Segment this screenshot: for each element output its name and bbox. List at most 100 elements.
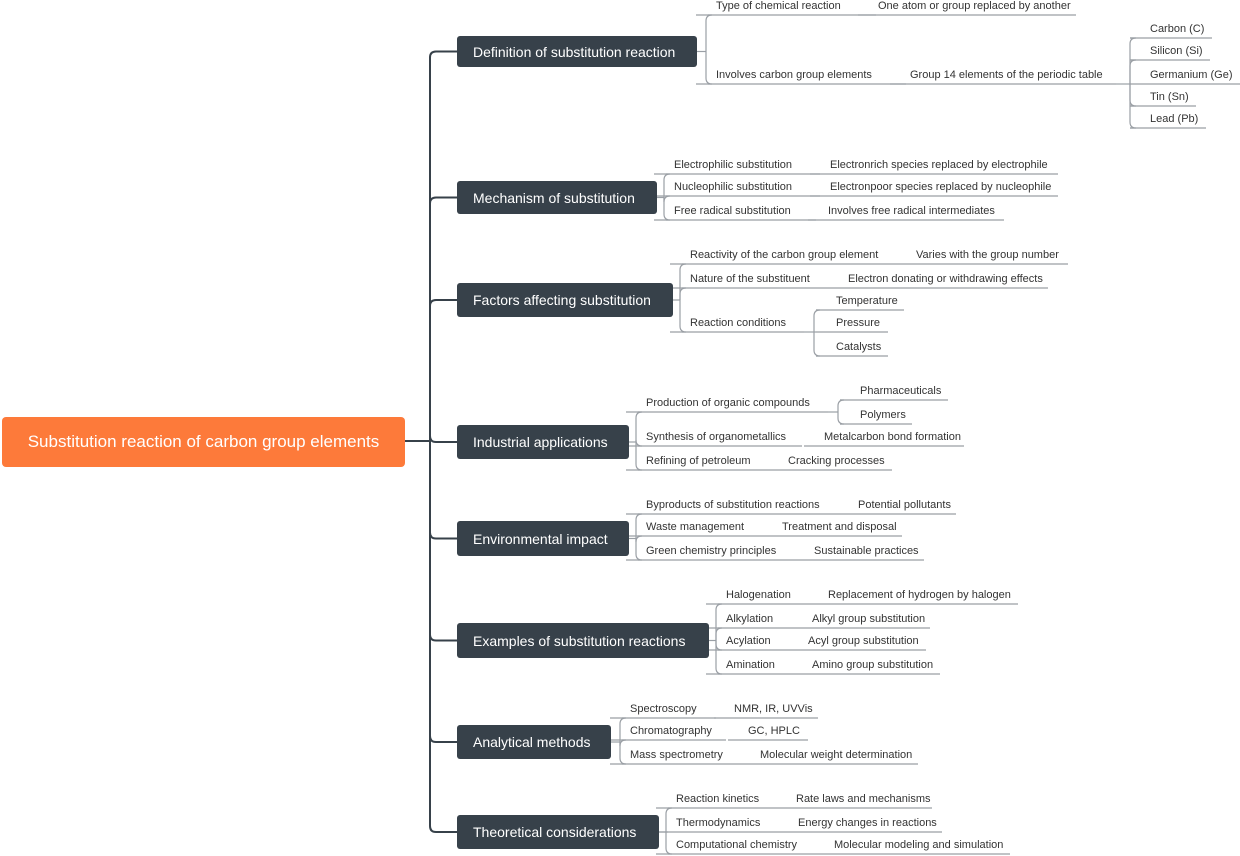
detail-topic[interactable]: Treatment and disposal — [782, 521, 897, 534]
detail-topic[interactable]: Energy changes in reactions — [798, 817, 937, 830]
branch-connector-link — [715, 640, 723, 651]
branch-connector-link — [663, 173, 671, 198]
branch-connector-link — [663, 197, 671, 221]
subtopic[interactable]: Nature of the substituent — [690, 273, 810, 286]
branch-connector-link — [679, 263, 687, 300]
detail-topic[interactable]: Metalcarbon bond formation — [824, 431, 961, 444]
subtopic[interactable]: Waste management — [646, 521, 744, 534]
subtopic[interactable]: Type of chemical reaction — [716, 0, 841, 13]
subtopic[interactable]: Reaction kinetics — [676, 793, 759, 806]
detail-topic[interactable]: Replacement of hydrogen by halogen — [828, 589, 1011, 602]
detail-topic[interactable]: Varies with the group number — [916, 249, 1059, 262]
root-topic[interactable]: Substitution reaction of carbon group el… — [2, 417, 405, 467]
element-topic[interactable]: Silicon (Si) — [1150, 45, 1203, 58]
detail-topic[interactable]: Pressure — [836, 317, 880, 330]
branch-connector-link — [665, 807, 673, 832]
detail-topic[interactable]: Acyl group substitution — [808, 635, 919, 648]
branch-connector-link — [715, 640, 723, 675]
mind-map-canvas: Substitution reaction of carbon group el… — [0, 0, 1240, 856]
detail-topic[interactable]: Sustainable practices — [814, 545, 919, 558]
trunk-link — [429, 441, 457, 833]
branch-topic[interactable]: Factors affecting substitution — [457, 283, 673, 317]
subtopic[interactable]: Reactivity of the carbon group element — [690, 249, 878, 262]
detail-topic[interactable]: Catalysts — [836, 341, 881, 354]
detail-topic[interactable]: Group 14 elements of the periodic table — [910, 69, 1103, 82]
branch-topic[interactable]: Industrial applications — [457, 425, 629, 459]
detail-topic[interactable]: Potential pollutants — [858, 499, 951, 512]
branch-connector-link — [663, 195, 671, 203]
subtopic[interactable]: Acylation — [726, 635, 771, 648]
subtopic[interactable]: Nucleophilic substitution — [674, 181, 792, 194]
branch-topic[interactable]: Mechanism of substitution — [457, 181, 657, 214]
branch-connector-link — [665, 832, 673, 855]
branch-connector-link — [715, 627, 723, 641]
subtopic[interactable]: Thermodynamics — [676, 817, 760, 830]
element-topic[interactable]: Tin (Sn) — [1150, 91, 1189, 104]
trunk-link — [429, 441, 457, 540]
detail-topic[interactable]: Molecular modeling and simulation — [834, 839, 1003, 852]
branch-topic[interactable]: Theoretical considerations — [457, 815, 659, 849]
subtopic[interactable]: Production of organic compounds — [646, 397, 810, 410]
detail-topic[interactable]: Cracking processes — [788, 455, 885, 468]
subtopic[interactable]: Halogenation — [726, 589, 791, 602]
detail-topic[interactable]: Amino group substitution — [812, 659, 933, 672]
subtopic[interactable]: Green chemistry principles — [646, 545, 776, 558]
trunk-link — [429, 441, 457, 642]
subtopic[interactable]: Electrophilic substitution — [674, 159, 792, 172]
branch-connector-link — [619, 739, 627, 747]
branch-connector-link — [679, 287, 687, 300]
subtopic-connector-link — [837, 399, 845, 412]
branch-connector-link — [679, 300, 687, 333]
branch-topic[interactable]: Environmental impact — [457, 521, 629, 556]
detail-topic[interactable]: Polymers — [860, 409, 906, 422]
element-topic[interactable]: Germanium (Ge) — [1150, 69, 1233, 82]
subtopic[interactable]: Amination — [726, 659, 775, 672]
subtopic[interactable]: Byproducts of substitution reactions — [646, 499, 820, 512]
detail-connector-link — [1129, 84, 1137, 107]
branch-connector-link — [635, 538, 643, 561]
detail-topic[interactable]: Electronrich species replaced by electro… — [830, 159, 1048, 172]
subtopic[interactable]: Spectroscopy — [630, 703, 697, 716]
detail-topic[interactable]: Electronpoor species replaced by nucleop… — [830, 181, 1051, 194]
trunk-link — [429, 196, 457, 441]
branch-connector-link — [635, 439, 643, 447]
detail-topic[interactable]: Electron donating or withdrawing effects — [848, 273, 1043, 286]
subtopic[interactable]: Synthesis of organometallics — [646, 431, 786, 444]
detail-topic[interactable]: Involves free radical intermediates — [828, 205, 995, 218]
branch-connector-link — [705, 14, 713, 52]
detail-topic[interactable]: Rate laws and mechanisms — [796, 793, 931, 806]
branch-connector-link — [705, 51, 713, 85]
branch-connector-link — [635, 513, 643, 539]
branch-topic[interactable]: Definition of substitution reaction — [457, 36, 697, 67]
subtopic[interactable]: Chromatography — [630, 725, 712, 738]
trunk-link — [429, 441, 457, 743]
branch-connector-link — [635, 411, 643, 442]
subtopic[interactable]: Alkylation — [726, 613, 773, 626]
subtopic-connector-link — [813, 309, 821, 332]
branch-topic[interactable]: Examples of substitution reactions — [457, 623, 709, 658]
detail-connector-link — [1129, 59, 1137, 84]
subtopic[interactable]: Refining of petroleum — [646, 455, 751, 468]
detail-topic[interactable]: Alkyl group substitution — [812, 613, 925, 626]
trunk-link — [429, 50, 457, 441]
branch-topic[interactable]: Analytical methods — [457, 725, 611, 759]
subtopic[interactable]: Involves carbon group elements — [716, 69, 872, 82]
subtopic[interactable]: Computational chemistry — [676, 839, 797, 852]
element-topic[interactable]: Carbon (C) — [1150, 23, 1204, 36]
detail-topic[interactable]: Temperature — [836, 295, 898, 308]
detail-topic[interactable]: Molecular weight determination — [760, 749, 912, 762]
element-topic[interactable]: Lead (Pb) — [1150, 113, 1198, 126]
branch-connector-link — [619, 742, 627, 765]
branch-connector-link — [619, 717, 627, 742]
detail-topic[interactable]: One atom or group replaced by another — [878, 0, 1071, 13]
subtopic[interactable]: Reaction conditions — [690, 317, 786, 330]
detail-topic[interactable]: NMR, IR, UVVis — [734, 703, 813, 716]
subtopic-connector-link — [837, 412, 845, 425]
trunk-link — [429, 435, 457, 443]
subtopic[interactable]: Free radical substitution — [674, 205, 791, 218]
subtopic-connector-link — [813, 332, 821, 357]
detail-topic[interactable]: Pharmaceuticals — [860, 385, 941, 398]
branch-connector-link — [715, 603, 723, 641]
detail-topic[interactable]: GC, HPLC — [748, 725, 800, 738]
subtopic[interactable]: Mass spectrometry — [630, 749, 723, 762]
